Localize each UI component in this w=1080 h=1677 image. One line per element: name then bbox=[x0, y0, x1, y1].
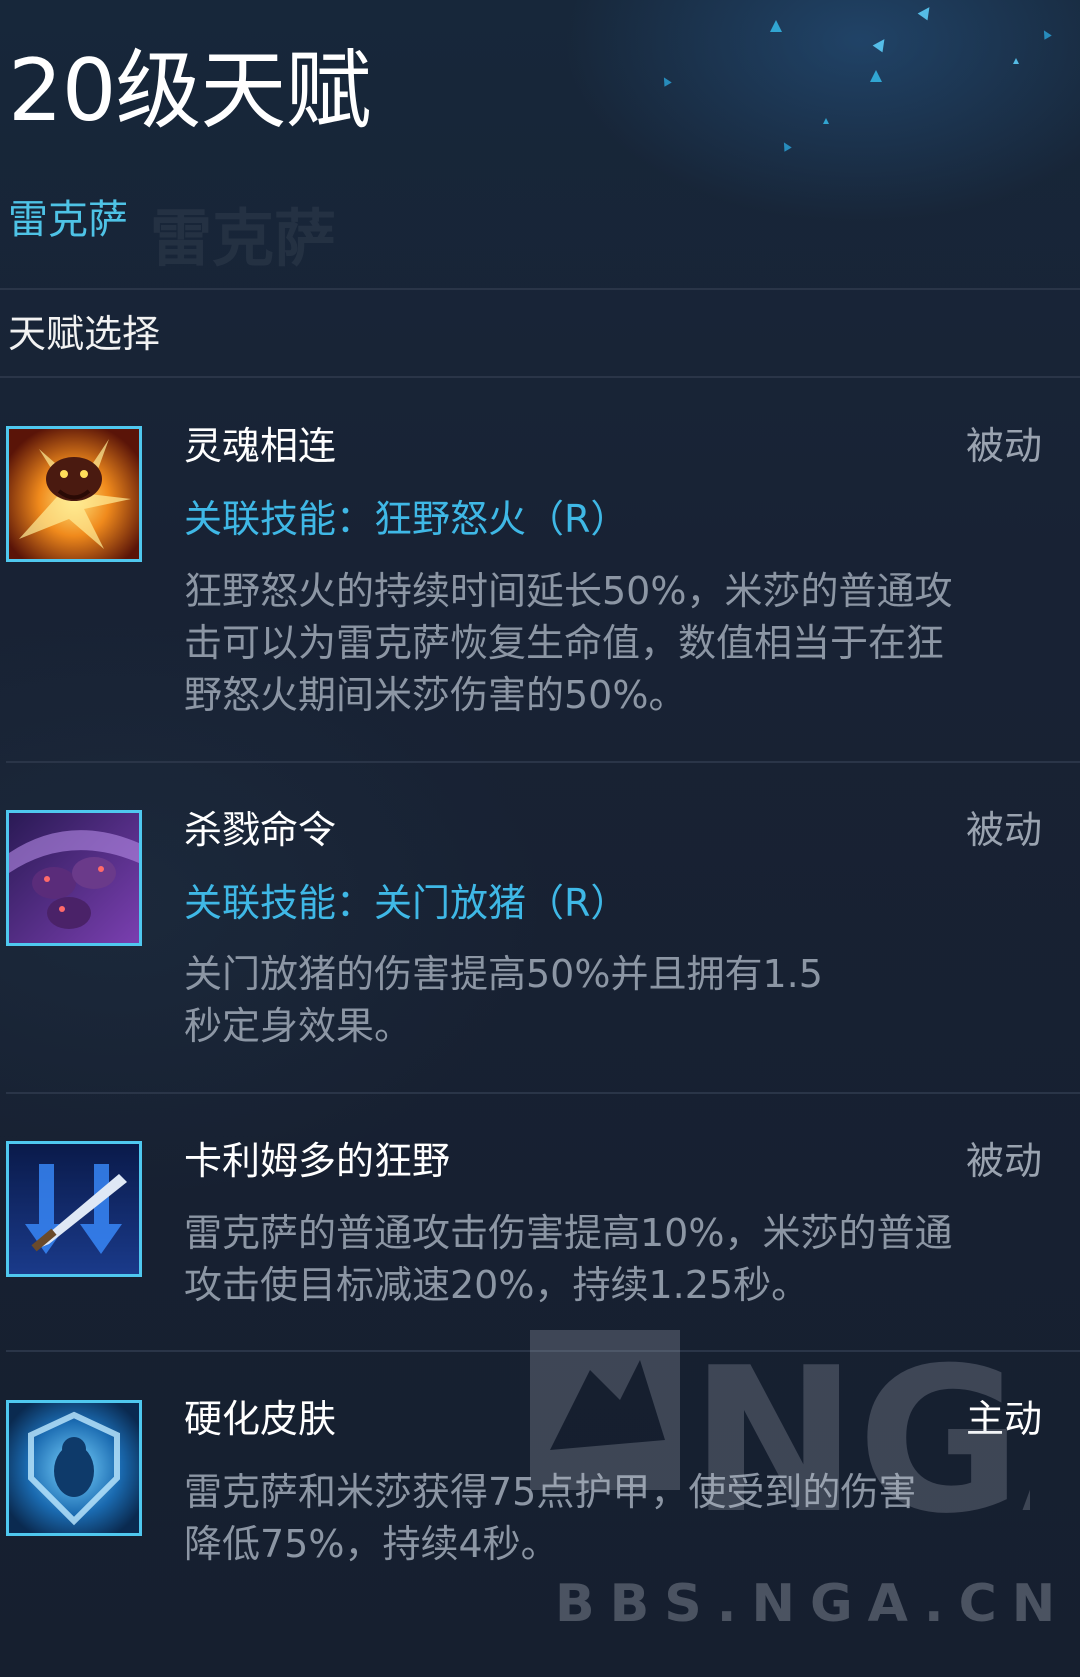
related-skill: 关联技能：狂野怒火（R） bbox=[184, 497, 629, 541]
talent-type: 被动 bbox=[965, 424, 1042, 468]
hero-name-ghost: 雷克萨 bbox=[150, 202, 337, 275]
talent-description: 狂野怒火的持续时间延长50%，米莎的普通攻 击可以为雷克萨恢复生命值，数值相当于… bbox=[184, 569, 953, 717]
talent-type: 被动 bbox=[965, 1139, 1042, 1183]
boars-icon bbox=[6, 810, 142, 946]
divider bbox=[6, 761, 1080, 763]
sparkle-decoration bbox=[1013, 58, 1019, 64]
bear-shield-icon bbox=[6, 1400, 142, 1536]
page-title: 20级天赋 bbox=[8, 41, 371, 141]
talent-name: 灵魂相连 bbox=[184, 424, 337, 468]
talent-name: 卡利姆多的狂野 bbox=[184, 1139, 451, 1183]
sparkle-decoration bbox=[770, 20, 782, 32]
talent-description: 雷克萨的普通攻击伤害提高10%，米莎的普通 攻击使目标减速20%，持续1.25秒… bbox=[184, 1211, 953, 1307]
talent-name: 杀戮命令 bbox=[184, 808, 337, 852]
divider bbox=[0, 376, 1080, 378]
sparkle-decoration bbox=[823, 118, 829, 124]
svg-text:NGA: NGA bbox=[690, 1330, 1030, 1550]
talent-name: 硬化皮肤 bbox=[184, 1397, 337, 1441]
watermark-url: BBS.NGA.CN bbox=[555, 1574, 1071, 1634]
sparkle-decoration bbox=[870, 70, 882, 82]
talent-description: 关门放猪的伤害提高50%并且拥有1.5 秒定身效果。 bbox=[184, 952, 823, 1048]
divider bbox=[6, 1092, 1080, 1094]
sword-arrows-icon bbox=[6, 1141, 142, 1277]
talent-type: 被动 bbox=[965, 808, 1042, 852]
related-skill: 关联技能：关门放猪（R） bbox=[184, 881, 629, 925]
hero-name: 雷克萨 bbox=[8, 197, 128, 243]
nga-logo-watermark: NGA bbox=[530, 1330, 1030, 1550]
bear-fire-icon bbox=[6, 426, 142, 562]
section-label: 天赋选择 bbox=[8, 312, 161, 356]
divider bbox=[0, 288, 1080, 290]
